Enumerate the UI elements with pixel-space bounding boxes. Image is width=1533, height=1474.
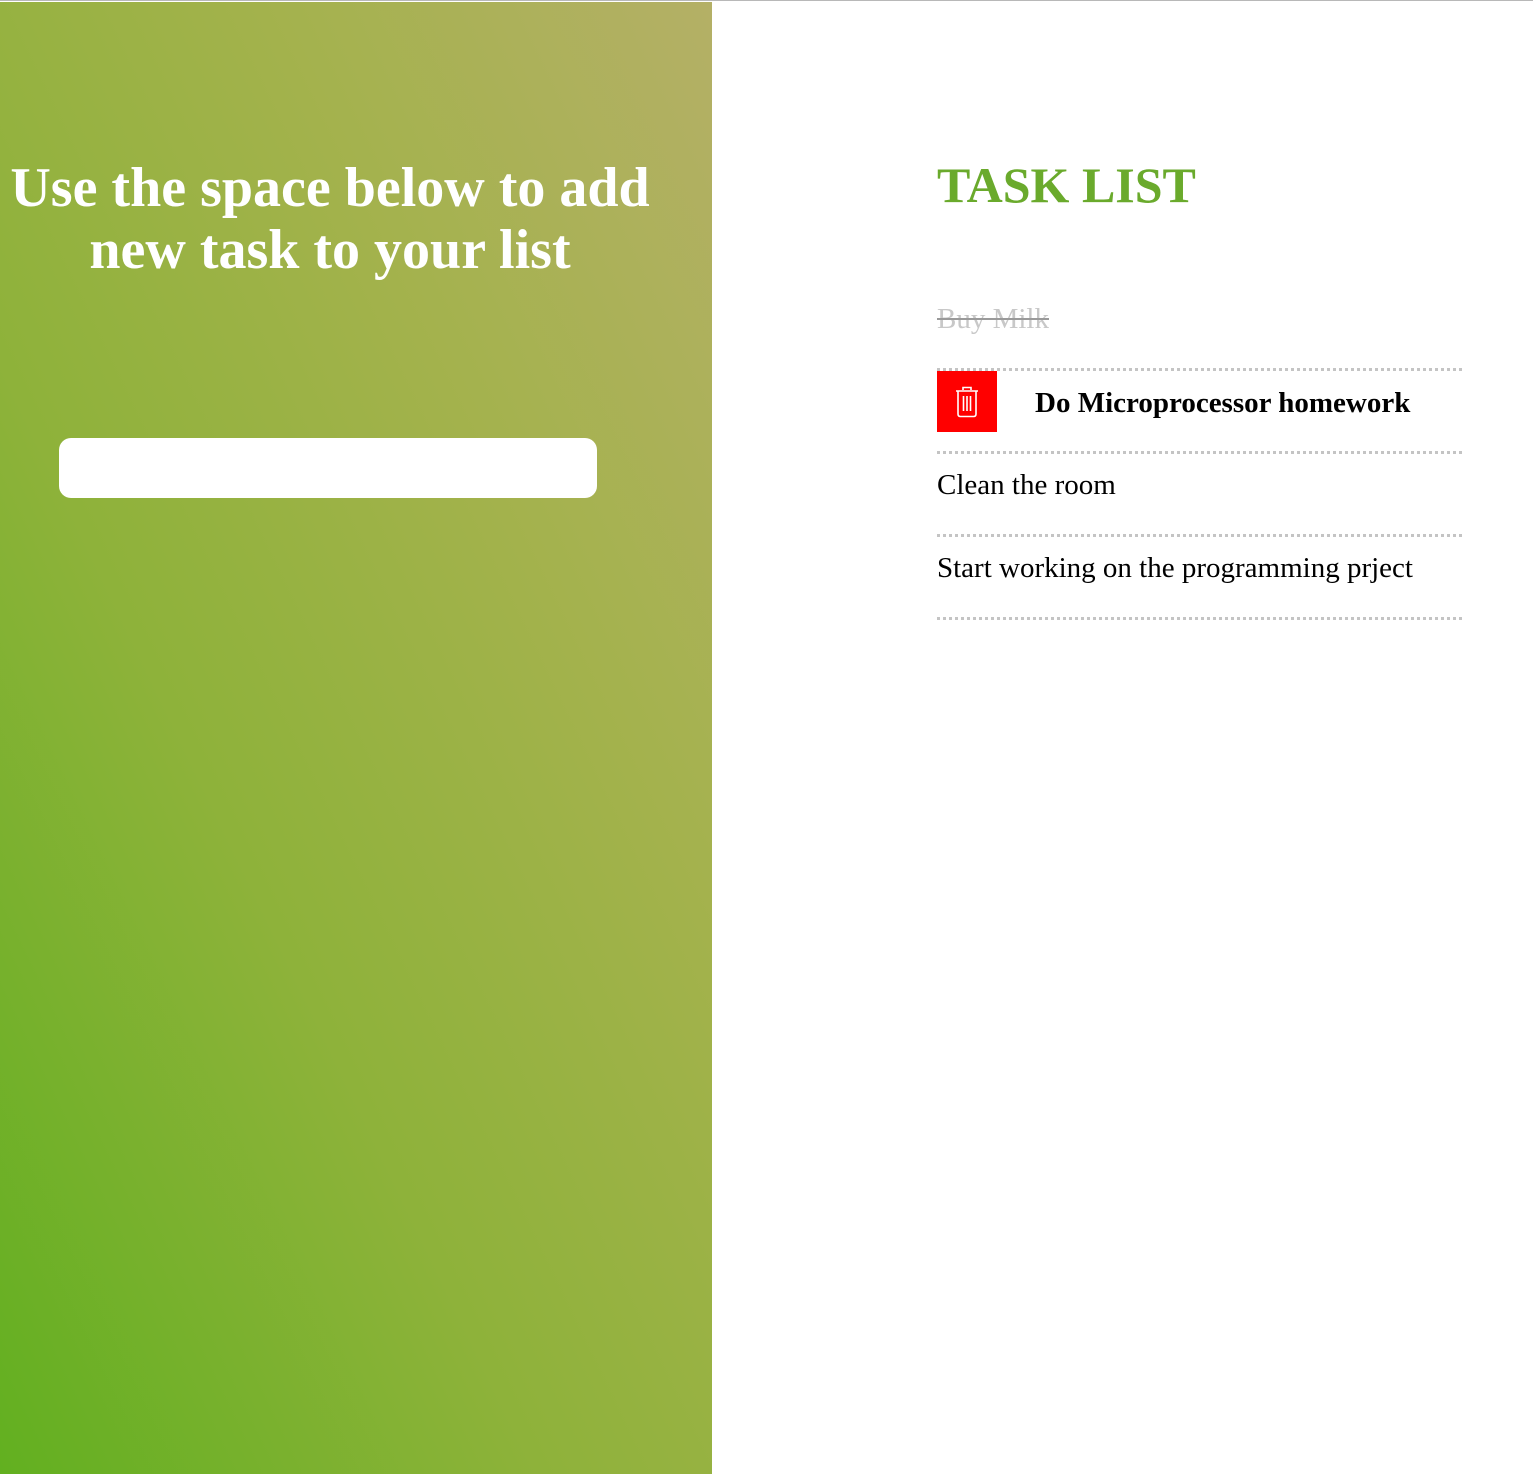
app-page: Use the space below to add new task to y… — [0, 0, 1533, 1474]
task-list-panel: TASK LIST Buy Milk Do Microprocessor hom… — [712, 2, 1533, 1474]
new-task-input[interactable] — [59, 438, 597, 498]
task-label: Do Microprocessor homework — [1035, 387, 1411, 419]
task-item-microprocessor-homework[interactable]: Do Microprocessor homework — [937, 371, 1462, 454]
task-list-title: TASK LIST — [937, 157, 1196, 213]
task-list: Buy Milk Do Microprocessor homework Clea… — [937, 288, 1462, 620]
add-task-panel: Use the space below to add new task to y… — [0, 2, 712, 1474]
trash-icon — [956, 386, 978, 417]
task-label: Start working on the programming prject — [937, 552, 1413, 584]
delete-task-button[interactable] — [937, 371, 997, 432]
task-item-buy-milk[interactable]: Buy Milk — [937, 288, 1462, 371]
task-item-programming-project[interactable]: Start working on the programming prject — [937, 537, 1462, 620]
task-label: Buy Milk — [937, 303, 1049, 335]
task-item-clean-room[interactable]: Clean the room — [937, 454, 1462, 537]
task-label: Clean the room — [937, 469, 1116, 501]
add-task-heading: Use the space below to add new task to y… — [10, 157, 650, 281]
